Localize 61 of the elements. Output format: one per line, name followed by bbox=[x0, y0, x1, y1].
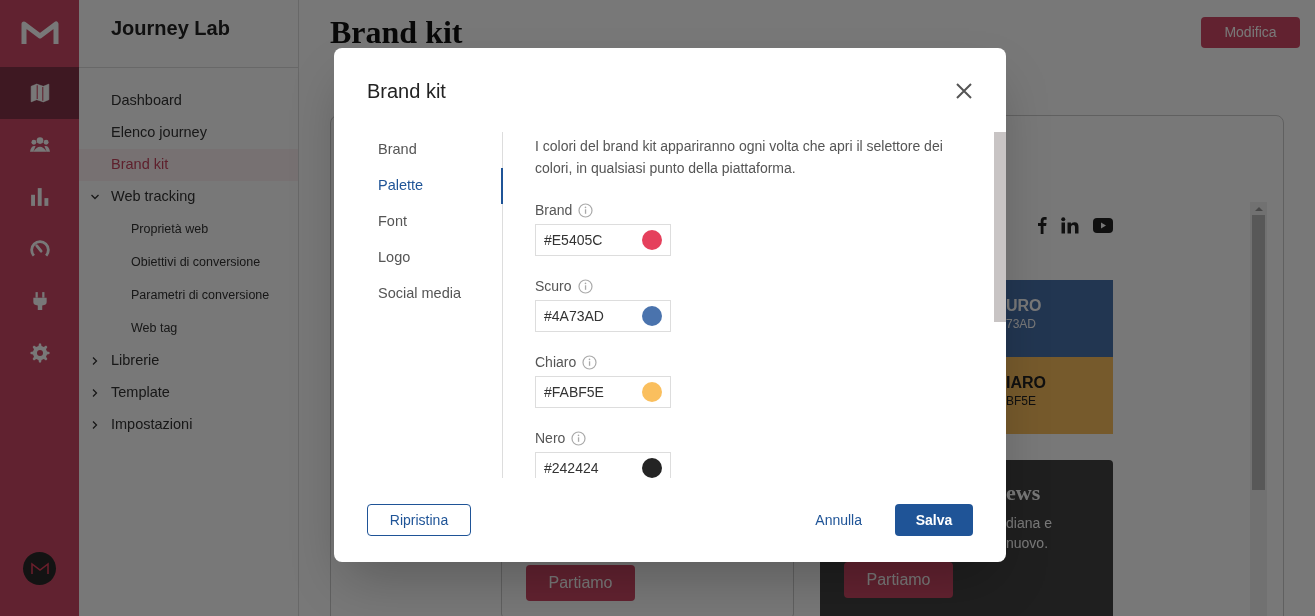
edit-button[interactable]: Modifica bbox=[1201, 17, 1300, 48]
swatch-code: BF5E bbox=[1006, 393, 1037, 409]
users-icon[interactable] bbox=[29, 135, 50, 155]
scrollbar-thumb[interactable] bbox=[994, 132, 1006, 322]
bar-chart-icon[interactable] bbox=[29, 187, 50, 207]
field-label: Nero bbox=[535, 428, 566, 448]
close-icon[interactable] bbox=[956, 82, 972, 99]
dialog-tab[interactable]: Brand bbox=[367, 132, 502, 168]
chevron-icon[interactable] bbox=[91, 389, 99, 397]
nav-item[interactable]: Brand kit bbox=[111, 154, 169, 176]
reset-button[interactable]: Ripristina bbox=[367, 504, 471, 536]
color-input[interactable]: #242424 bbox=[535, 452, 671, 478]
color-input[interactable]: #4A73AD bbox=[535, 300, 671, 332]
cancel-button[interactable]: Annulla bbox=[815, 509, 862, 531]
field-label: Scuro bbox=[535, 276, 572, 296]
swatch-title: IARO bbox=[1006, 373, 1047, 393]
save-button[interactable]: Salva bbox=[895, 504, 973, 536]
swatch-code: 73AD bbox=[1006, 316, 1038, 332]
map-icon[interactable] bbox=[29, 83, 50, 103]
news-text: nuovo. bbox=[1006, 534, 1050, 553]
app-title: Journey Lab bbox=[111, 17, 230, 39]
nav-item[interactable]: Elenco journey bbox=[111, 122, 207, 144]
dialog-tab[interactable]: Palette bbox=[367, 168, 503, 204]
swatch-title: URO bbox=[1006, 296, 1043, 316]
nav-subitem[interactable]: Proprietà web bbox=[131, 220, 209, 239]
dialog-tab[interactable]: Font bbox=[367, 204, 502, 240]
nav-item[interactable]: Librerie bbox=[111, 350, 160, 372]
chevron-icon[interactable] bbox=[91, 421, 99, 429]
info-icon[interactable] bbox=[578, 202, 594, 218]
news-title: ews bbox=[1006, 480, 1042, 506]
start-button[interactable]: Partiamo bbox=[526, 565, 635, 601]
chevron-icon[interactable] bbox=[91, 193, 99, 201]
nav-item[interactable]: Template bbox=[111, 382, 170, 404]
nav-subitem[interactable]: Parametri di conversione bbox=[131, 286, 270, 305]
nav-item[interactable]: Impostazioni bbox=[111, 414, 193, 436]
nav-subitem[interactable]: Obiettivi di conversione bbox=[131, 253, 261, 272]
field-label: Chiaro bbox=[535, 352, 577, 372]
facebook-icon[interactable] bbox=[1037, 216, 1047, 234]
linkedin-icon[interactable] bbox=[1061, 216, 1079, 234]
nav-subitem[interactable]: Web tag bbox=[131, 319, 178, 338]
dialog-title: Brand kit bbox=[367, 78, 446, 104]
dialog-tab[interactable]: Social media bbox=[367, 276, 502, 312]
color-input[interactable]: #FABF5E bbox=[535, 376, 671, 408]
nav-item[interactable]: Dashboard bbox=[111, 90, 182, 112]
scrollbar[interactable] bbox=[1250, 202, 1267, 616]
info-icon[interactable] bbox=[571, 430, 587, 446]
avatar[interactable] bbox=[23, 552, 56, 585]
start-button[interactable]: Partiamo bbox=[844, 562, 953, 598]
color-input[interactable]: #E5405C bbox=[535, 224, 671, 256]
nav-item[interactable]: Web tracking bbox=[111, 186, 196, 208]
info-icon[interactable] bbox=[577, 278, 593, 294]
info-icon[interactable] bbox=[582, 354, 598, 370]
dialog-tab[interactable]: Logo bbox=[367, 240, 502, 276]
page-heading: Brand kit bbox=[330, 14, 463, 50]
settings-icon[interactable] bbox=[29, 343, 50, 363]
news-text: diana e bbox=[1006, 514, 1053, 533]
description: I colori del brand kit appariranno ogni volta che apri il selettore dei colori, in qualsiasi punto della piattaforma. bbox=[535, 137, 944, 178]
gauge-icon[interactable] bbox=[29, 239, 50, 259]
field-label: Brand bbox=[535, 200, 573, 220]
youtube-icon[interactable] bbox=[1093, 217, 1113, 233]
chevron-icon[interactable] bbox=[91, 357, 99, 365]
